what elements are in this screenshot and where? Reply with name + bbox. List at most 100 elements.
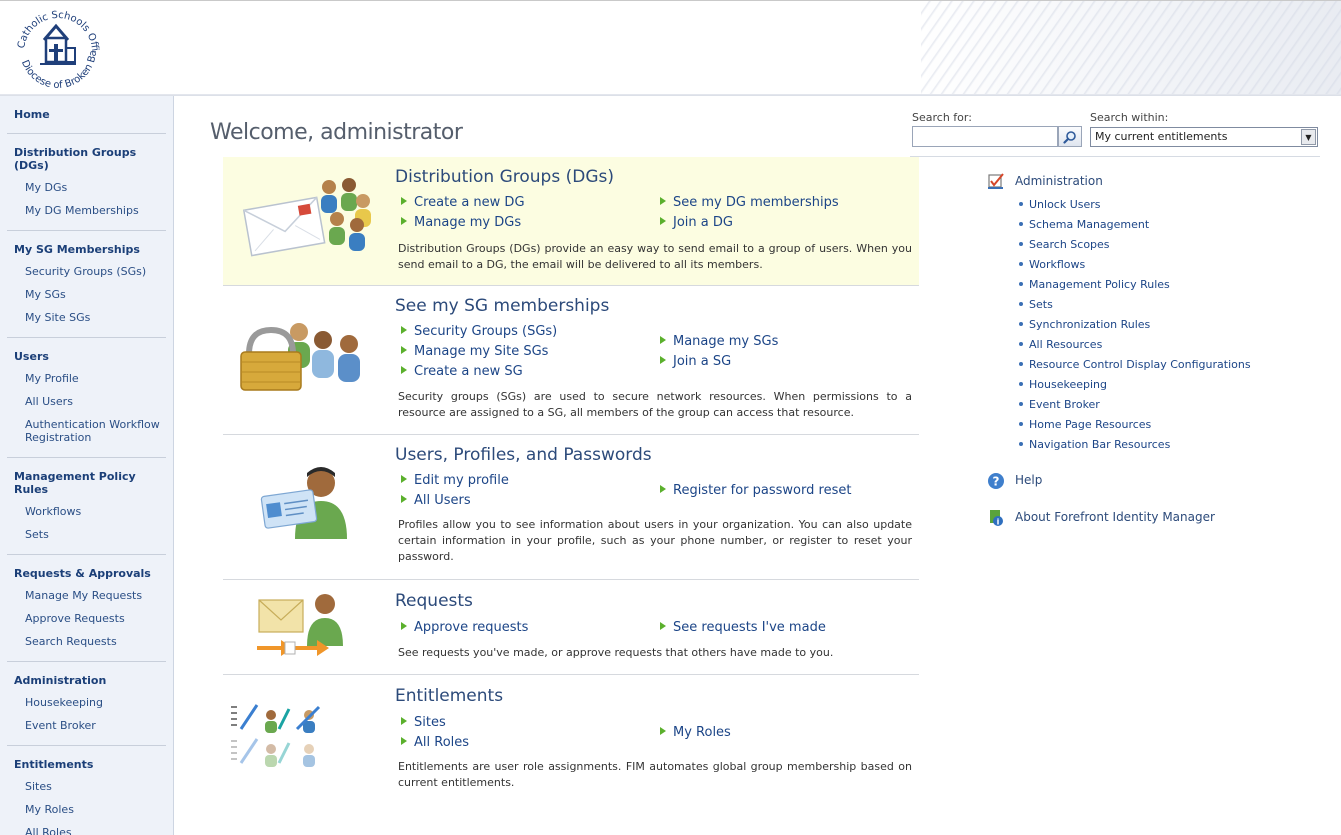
administration-link[interactable]: Administration (1015, 174, 1103, 188)
panel-entitlements: Entitlements Sites All Roles My Roles En… (223, 675, 919, 803)
link-manage-my-dgs[interactable]: Manage my DGs (401, 215, 521, 230)
search-within-label: Search within: (1090, 111, 1169, 124)
triangle-bullet-icon (660, 485, 666, 493)
link-edit-my-profile[interactable]: Edit my profile (401, 473, 509, 488)
admin-item-rcdc[interactable]: Resource Control Display Configurations (1019, 355, 1251, 375)
link-my-roles[interactable]: My Roles (660, 725, 731, 740)
nav-home-link[interactable]: Home (7, 96, 166, 125)
admin-item-workflows[interactable]: Workflows (1019, 255, 1251, 275)
bullet-icon (1019, 282, 1023, 286)
link-join-a-sg[interactable]: Join a SG (660, 354, 731, 369)
panel-title-users-profiles: Users, Profiles, and Passwords (395, 445, 652, 465)
panel-description-users: Profiles allow you to see information ab… (398, 518, 912, 563)
bullet-icon (1019, 302, 1023, 306)
link-approve-requests[interactable]: Approve requests (401, 620, 528, 635)
help-link[interactable]: Help (1015, 473, 1042, 487)
main-content: Welcome, administrator Search for: Searc… (175, 96, 1341, 835)
organization-logo[interactable]: Catholic Schools Office Diocese of Broke… (10, 4, 106, 94)
nav-head-entitlements[interactable]: Entitlements (7, 746, 166, 775)
link-manage-my-site-sgs[interactable]: Manage my Site SGs (401, 344, 548, 359)
bullet-icon (1019, 202, 1023, 206)
triangle-bullet-icon (660, 622, 666, 630)
admin-item-search-scopes[interactable]: Search Scopes (1019, 235, 1251, 255)
admin-item-housekeeping[interactable]: Housekeeping (1019, 375, 1251, 395)
header-decoration (921, 1, 1341, 96)
panel-users-profiles: Users, Profiles, and Passwords Edit my p… (223, 435, 919, 580)
nav-item-my-dgs[interactable]: My DGs (7, 176, 166, 199)
nav-item-approve-requests[interactable]: Approve Requests (7, 607, 166, 630)
panel-distribution-groups: Distribution Groups (DGs) Create a new D… (223, 157, 919, 286)
magnifier-icon (1063, 130, 1076, 144)
triangle-bullet-icon (401, 197, 407, 205)
admin-item-management-policy-rules[interactable]: Management Policy Rules (1019, 275, 1251, 295)
nav-item-sets[interactable]: Sets (7, 523, 166, 546)
link-see-requests-ive-made[interactable]: See requests I've made (660, 620, 826, 635)
link-see-my-dg-memberships[interactable]: See my DG memberships (660, 195, 839, 210)
bullet-icon (1019, 322, 1023, 326)
about-fim-link[interactable]: About Forefront Identity Manager (1015, 510, 1215, 524)
link-create-new-sg[interactable]: Create a new SG (401, 364, 523, 379)
nav-head-requests-approvals[interactable]: Requests & Approvals (7, 555, 166, 584)
link-register-password-reset[interactable]: Register for password reset (660, 483, 851, 498)
triangle-bullet-icon (660, 197, 666, 205)
nav-head-administration[interactable]: Administration (7, 662, 166, 691)
link-all-roles[interactable]: All Roles (401, 735, 469, 750)
nav-item-all-users[interactable]: All Users (7, 390, 166, 413)
link-sites[interactable]: Sites (401, 715, 446, 730)
link-all-users[interactable]: All Users (401, 493, 471, 508)
feature-panels: Distribution Groups (DGs) Create a new D… (223, 157, 919, 803)
bullet-icon (1019, 222, 1023, 226)
admin-item-home-page-resources[interactable]: Home Page Resources (1019, 415, 1251, 435)
nav-head-users[interactable]: Users (7, 338, 166, 367)
panel-description-sgs: Security groups (SGs) are used to secure… (398, 390, 912, 419)
admin-item-navigation-bar-resources[interactable]: Navigation Bar Resources (1019, 435, 1251, 455)
nav-item-manage-my-requests[interactable]: Manage My Requests (7, 584, 166, 607)
link-security-groups[interactable]: Security Groups (SGs) (401, 324, 557, 339)
nav-item-sites[interactable]: Sites (7, 775, 166, 798)
admin-item-sets[interactable]: Sets (1019, 295, 1251, 315)
chevron-down-icon[interactable]: ▼ (1301, 129, 1316, 145)
triangle-bullet-icon (401, 737, 407, 745)
link-create-new-dg[interactable]: Create a new DG (401, 195, 525, 210)
nav-section-administration: Administration Housekeeping Event Broker (7, 662, 166, 746)
admin-item-schema-management[interactable]: Schema Management (1019, 215, 1251, 235)
link-manage-my-sgs[interactable]: Manage my SGs (660, 334, 778, 349)
nav-item-my-site-sgs[interactable]: My Site SGs (7, 306, 166, 329)
bullet-icon (1019, 342, 1023, 346)
admin-item-event-broker[interactable]: Event Broker (1019, 395, 1251, 415)
admin-item-synchronization-rules[interactable]: Synchronization Rules (1019, 315, 1251, 335)
triangle-bullet-icon (401, 622, 407, 630)
panel-description-dgs: Distribution Groups (DGs) provide an eas… (398, 242, 912, 271)
nav-head-distribution-groups[interactable]: Distribution Groups (DGs) (7, 134, 166, 176)
bullet-icon (1019, 362, 1023, 366)
triangle-bullet-icon (660, 727, 666, 735)
nav-item-my-sgs[interactable]: My SGs (7, 283, 166, 306)
nav-item-housekeeping[interactable]: Housekeeping (7, 691, 166, 714)
triangle-bullet-icon (660, 356, 666, 364)
bullet-icon (1019, 422, 1023, 426)
search-input[interactable] (912, 126, 1058, 147)
search-within-select[interactable]: My current entitlements ▼ (1090, 127, 1318, 147)
search-for-label: Search for: (912, 111, 972, 124)
nav-head-my-sg-memberships[interactable]: My SG Memberships (7, 231, 166, 260)
nav-item-auth-workflow-registration[interactable]: Authentication Workflow Registration (7, 413, 166, 449)
nav-section-entitlements: Entitlements Sites My Roles All Roles (7, 746, 166, 835)
nav-item-my-roles[interactable]: My Roles (7, 798, 166, 821)
nav-item-security-groups[interactable]: Security Groups (SGs) (7, 260, 166, 283)
nav-item-my-dg-memberships[interactable]: My DG Memberships (7, 199, 166, 222)
nav-item-event-broker[interactable]: Event Broker (7, 714, 166, 737)
nav-head-management-policy-rules[interactable]: Management Policy Rules (7, 458, 166, 500)
nav-item-search-requests[interactable]: Search Requests (7, 630, 166, 653)
help-question-icon: ? (988, 473, 1004, 489)
nav-section-users: Users My Profile All Users Authenticatio… (7, 338, 166, 458)
admin-item-unlock-users[interactable]: Unlock Users (1019, 195, 1251, 215)
link-join-a-dg[interactable]: Join a DG (660, 215, 733, 230)
search-button[interactable] (1058, 126, 1082, 147)
nav-item-my-profile[interactable]: My Profile (7, 367, 166, 390)
nav-item-all-roles[interactable]: All Roles (7, 821, 166, 835)
nav-item-workflows[interactable]: Workflows (7, 500, 166, 523)
admin-item-all-resources[interactable]: All Resources (1019, 335, 1251, 355)
user-card-icon (260, 467, 347, 539)
page-title: Welcome, administrator (210, 120, 463, 145)
nav-section-requests: Requests & Approvals Manage My Requests … (7, 555, 166, 662)
